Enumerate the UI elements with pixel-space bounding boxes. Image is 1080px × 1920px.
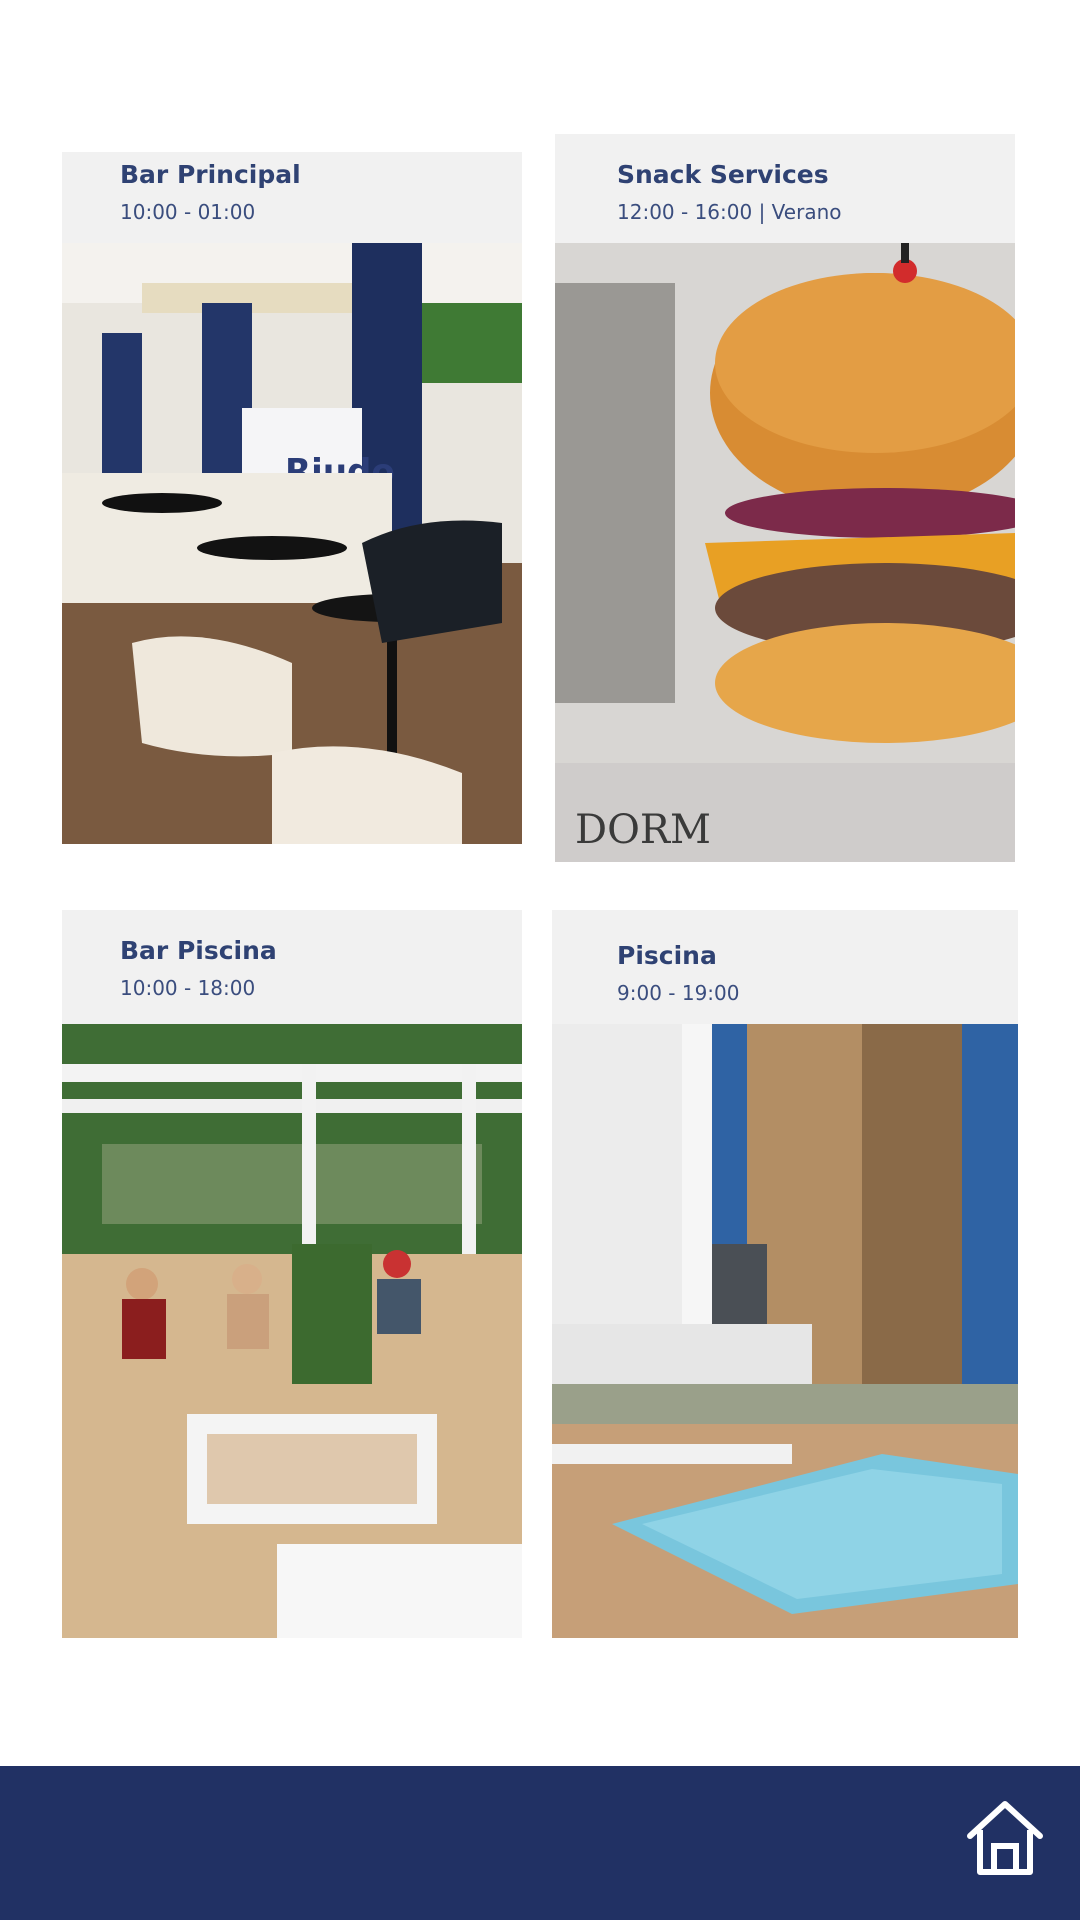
card-hours: 10:00 - 01:00	[120, 200, 256, 224]
home-button[interactable]	[962, 1796, 1048, 1882]
card-hours: 9:00 - 19:00	[617, 981, 740, 1005]
card-piscina[interactable]: Piscina 9:00 - 19:00	[552, 910, 1018, 1638]
footer-bar	[0, 1766, 1080, 1920]
card-title: Piscina	[617, 941, 717, 970]
card-title: Bar Piscina	[120, 936, 277, 965]
piscina-photo	[552, 1024, 1018, 1638]
snack-services-photo: DORM	[555, 243, 1015, 862]
home-icon	[967, 1801, 1043, 1875]
bar-principal-photo: Riudo	[62, 243, 522, 844]
card-bar-piscina[interactable]: Bar Piscina 10:00 - 18:00	[62, 910, 522, 1638]
card-title: Snack Services	[617, 160, 829, 189]
card-snack-services[interactable]: DORM Snack Services 12:00 - 16:00 | Vera…	[555, 134, 1015, 862]
card-hours: 12:00 - 16:00 | Verano	[617, 200, 842, 224]
bar-principal-caption: Bar Principal 10:00 - 01:00	[62, 152, 522, 243]
bar-piscina-photo	[62, 1024, 522, 1638]
bar-piscina-caption: Bar Piscina 10:00 - 18:00	[62, 910, 522, 1024]
piscina-caption: Piscina 9:00 - 19:00	[552, 910, 1018, 1024]
snack-services-caption: Snack Services 12:00 - 16:00 | Verano	[555, 134, 1015, 243]
card-hours: 10:00 - 18:00	[120, 976, 256, 1000]
paper-text: DORM	[575, 807, 711, 853]
card-title: Bar Principal	[120, 160, 301, 189]
card-bar-principal[interactable]: Riudo Bar Principal 10:00 - 01:00	[62, 152, 522, 844]
